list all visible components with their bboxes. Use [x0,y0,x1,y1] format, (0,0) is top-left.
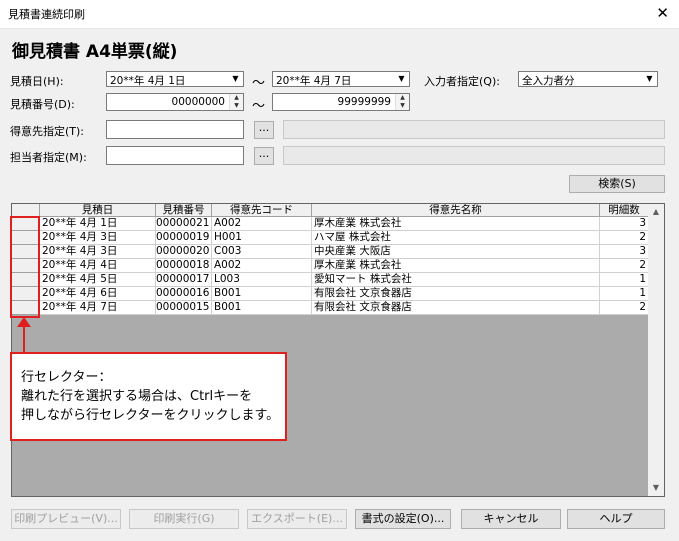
print-preview-button[interactable]: 印刷プレビュー(V)... [11,509,121,529]
spinner-icon[interactable]: ▲ ▼ [229,94,243,110]
cell-customer-name[interactable]: 有限会社 文京食器店 [312,287,600,301]
cell-customer-code[interactable]: C003 [212,245,312,259]
cell-customer-name[interactable]: 中央産業 大阪店 [312,245,600,259]
cell-number[interactable]: 00000017 [156,273,212,287]
cell-date[interactable]: 20**年 4月 3日 [40,231,156,245]
cell-detail-count[interactable]: 2 [600,301,649,315]
number-from-field[interactable]: 00000000 ▲ ▼ [106,93,244,111]
callout-line-3: 押しながら行セレクターをクリックします。 [21,408,280,423]
cell-customer-name[interactable]: 愛知マート 株式会社 [312,273,600,287]
date-from-value: 20**年 4月 1日 [110,75,186,87]
table-row[interactable]: 20**年 4月 5日 00000017 L003 愛知マート 株式会社 1 [12,273,649,287]
cell-date[interactable]: 20**年 4月 5日 [40,273,156,287]
callout-line-1: 行セレクター： [21,370,112,385]
cell-date[interactable]: 20**年 4月 3日 [40,245,156,259]
results-grid[interactable]: 見積日 見積番号 得意先コード 得意先名称 明細数 20**年 4月 1日 000… [11,203,665,497]
table-row[interactable]: 20**年 4月 6日 00000016 B001 有限会社 文京食器店 1 [12,287,649,301]
number-label: 見積番号(D): [10,98,75,111]
cell-number[interactable]: 00000019 [156,231,212,245]
cell-customer-code[interactable]: B001 [212,287,312,301]
cell-number[interactable]: 00000016 [156,287,212,301]
spinner-icon[interactable]: ▲ ▼ [395,94,409,110]
customer-name-display [283,120,665,139]
input-person-label: 入力者指定(Q): [424,75,500,88]
cell-date[interactable]: 20**年 4月 4日 [40,259,156,273]
column-header-customer-name[interactable]: 得意先名称 [312,204,600,217]
cell-customer-code[interactable]: H001 [212,231,312,245]
cell-customer-name[interactable]: ハマ屋 株式会社 [312,231,600,245]
scroll-down-icon[interactable]: ▼ [648,480,664,496]
cell-number[interactable]: 00000020 [156,245,212,259]
table-row[interactable]: 20**年 4月 3日 00000020 C003 中央産業 大阪店 3 [12,245,649,259]
cell-customer-code[interactable]: B001 [212,301,312,315]
cell-number[interactable]: 00000018 [156,259,212,273]
annotation-arrow [17,317,31,354]
cell-detail-count[interactable]: 2 [600,231,649,245]
vertical-scrollbar[interactable]: ▲ ▼ [648,204,664,496]
input-person-select[interactable]: 全入力者分 ▼ [518,71,658,87]
annotation-callout: 行セレクター： 離れた行を選択する場合は、Ctrlキーを 押しながら行セレクター… [10,352,287,441]
cell-detail-count[interactable]: 1 [600,287,649,301]
chevron-down-icon[interactable]: ▼ [228,72,243,86]
cell-customer-name[interactable]: 厚木産業 株式会社 [312,259,600,273]
input-person-value: 全入力者分 [522,75,575,87]
column-header-customer-code[interactable]: 得意先コード [212,204,312,217]
cell-customer-code[interactable]: L003 [212,273,312,287]
print-execute-button[interactable]: 印刷実行(G) [129,509,239,529]
cell-customer-name[interactable]: 有限会社 文京食器店 [312,301,600,315]
cell-detail-count[interactable]: 3 [600,245,649,259]
page-title: 御見積書 A4単票(縦) [12,42,178,62]
column-header-number[interactable]: 見積番号 [156,204,212,217]
staff-label: 担当者指定(M): [10,151,87,164]
cell-detail-count[interactable]: 2 [600,259,649,273]
format-settings-button[interactable]: 書式の設定(O)... [355,509,451,529]
date-label: 見積日(H): [10,75,64,88]
staff-input[interactable] [106,146,244,165]
callout-line-2: 離れた行を選択する場合は、Ctrlキーを [21,389,253,404]
range-separator: 〜 [252,76,266,91]
scroll-up-icon[interactable]: ▲ [648,204,664,220]
cell-customer-code[interactable]: A002 [212,217,312,231]
help-button[interactable]: ヘルプ [567,509,665,529]
window-title: 見積書連続印刷 [8,8,85,21]
cell-date[interactable]: 20**年 4月 6日 [40,287,156,301]
number-to-value: 99999999 [337,96,391,108]
column-header-detail-count[interactable]: 明細数 [600,204,649,217]
chevron-down-icon[interactable]: ▼ [394,72,409,86]
customer-browse-button[interactable]: ... [254,121,274,139]
cell-number[interactable]: 00000021 [156,217,212,231]
staff-name-display [283,146,665,165]
cell-date[interactable]: 20**年 4月 1日 [40,217,156,231]
date-from-select[interactable]: 20**年 4月 1日 ▼ [106,71,244,87]
date-to-value: 20**年 4月 7日 [276,75,352,87]
date-to-select[interactable]: 20**年 4月 7日 ▼ [272,71,410,87]
staff-browse-button[interactable]: ... [254,147,274,165]
cell-customer-code[interactable]: A002 [212,259,312,273]
row-selector-highlight [10,216,40,318]
table-row[interactable]: 20**年 4月 1日 00000021 A002 厚木産業 株式会社 3 [12,217,649,231]
export-button[interactable]: エクスポート(E)... [247,509,347,529]
table-row[interactable]: 20**年 4月 3日 00000019 H001 ハマ屋 株式会社 2 [12,231,649,245]
cell-number[interactable]: 00000015 [156,301,212,315]
cancel-button[interactable]: キャンセル [461,509,561,529]
table-row[interactable]: 20**年 4月 7日 00000015 B001 有限会社 文京食器店 2 [12,301,649,315]
number-from-value: 00000000 [171,96,225,108]
cell-detail-count[interactable]: 3 [600,217,649,231]
cell-date[interactable]: 20**年 4月 7日 [40,301,156,315]
table-row[interactable]: 20**年 4月 4日 00000018 A002 厚木産業 株式会社 2 [12,259,649,273]
title-bar: 見積書連続印刷 ✕ [0,0,679,29]
search-button[interactable]: 検索(S) [569,175,665,193]
close-icon[interactable]: ✕ [656,4,669,22]
customer-label: 得意先指定(T): [10,125,85,138]
cell-detail-count[interactable]: 1 [600,273,649,287]
range-separator: 〜 [252,99,266,114]
chevron-down-icon[interactable]: ▼ [642,72,657,86]
cell-customer-name[interactable]: 厚木産業 株式会社 [312,217,600,231]
customer-input[interactable] [106,120,244,139]
number-to-field[interactable]: 99999999 ▲ ▼ [272,93,410,111]
column-header-date[interactable]: 見積日 [40,204,156,217]
